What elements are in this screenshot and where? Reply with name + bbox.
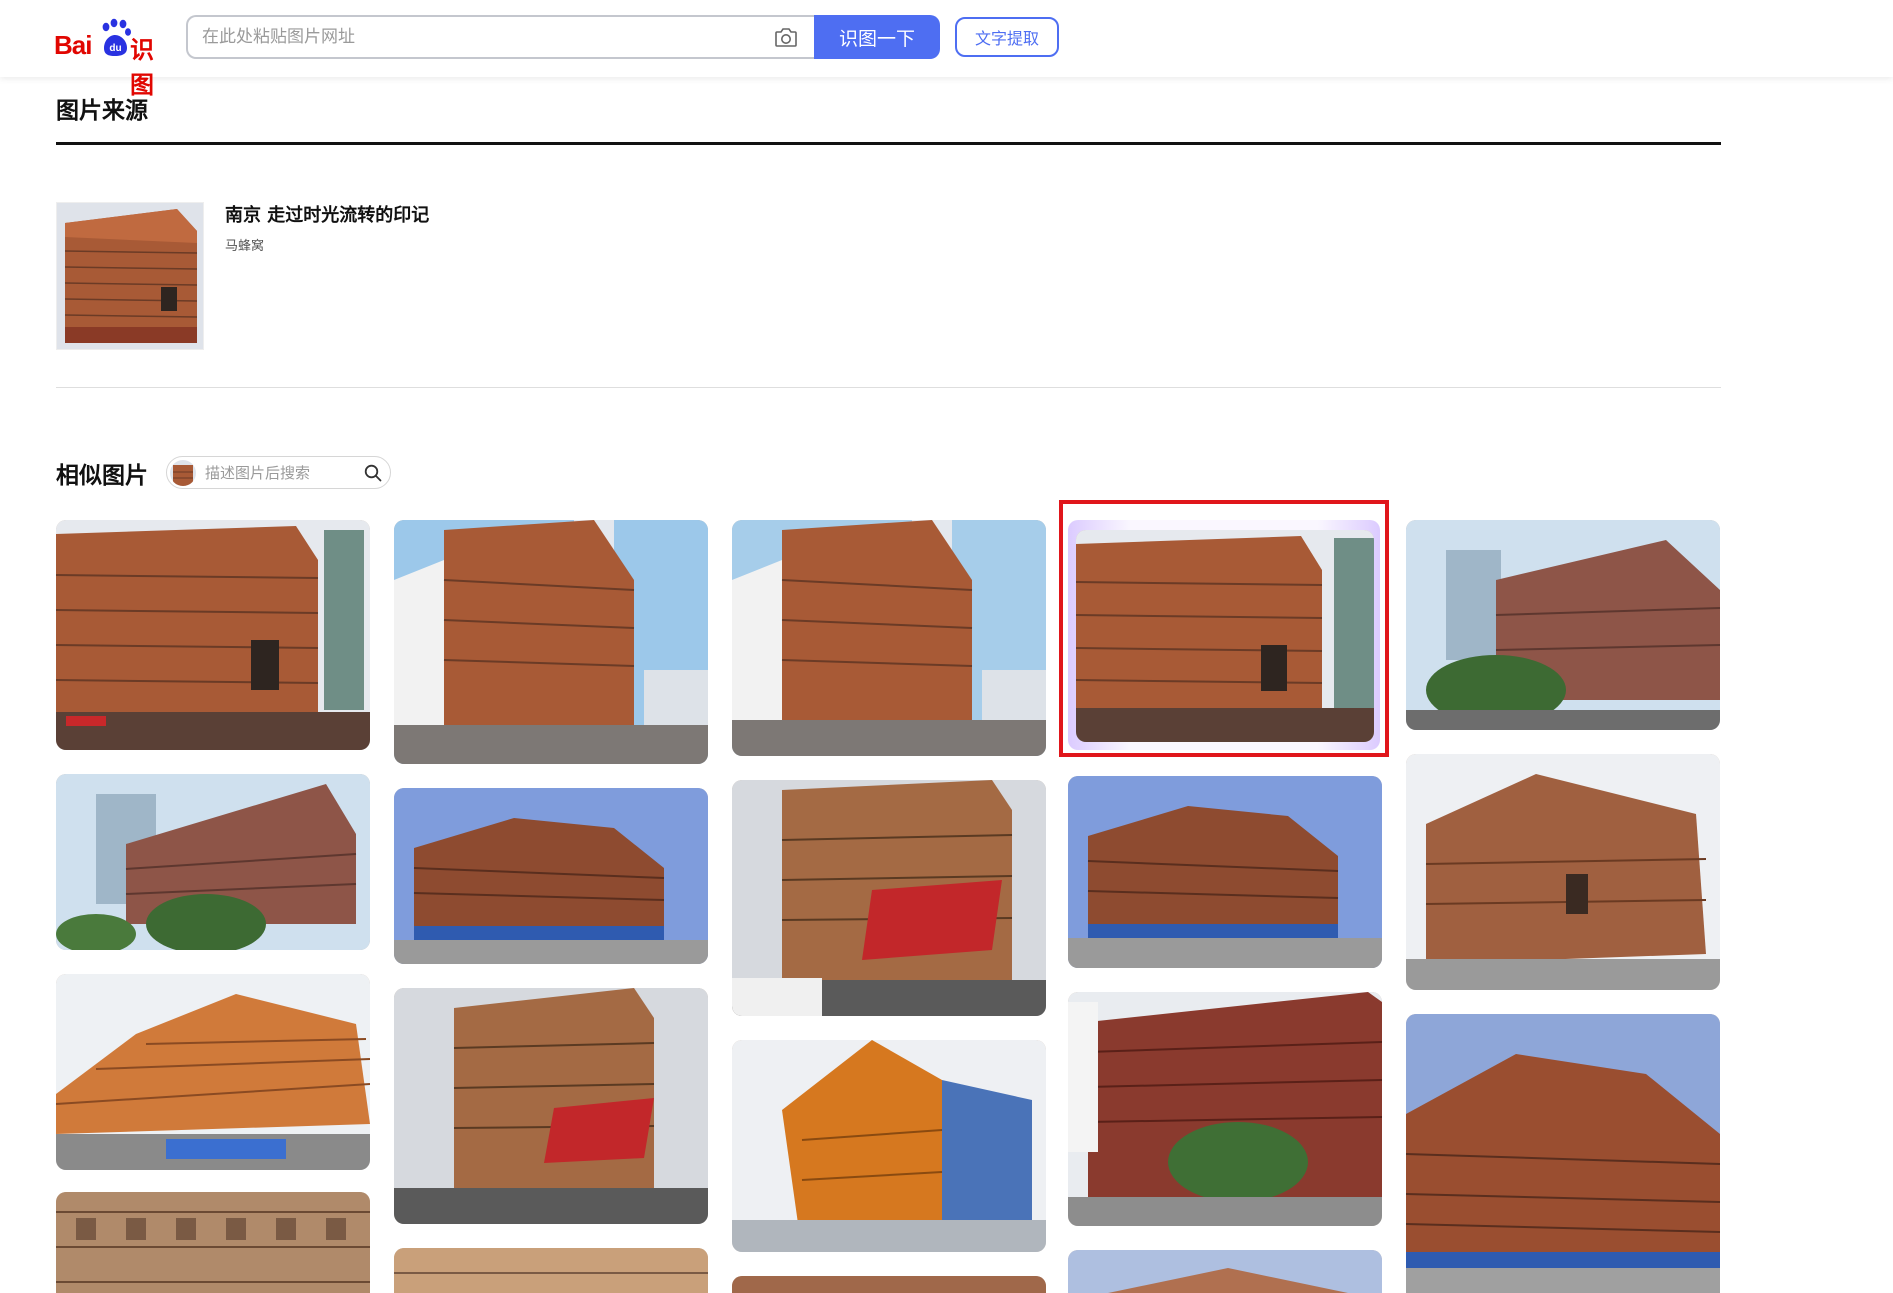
source-title-link[interactable]: 南京 走过时光流转的印记 [225, 201, 429, 227]
similar-image-tile[interactable] [56, 974, 370, 1170]
similar-image-tile[interactable] [394, 788, 708, 964]
baidu-paw-icon: du [102, 18, 131, 56]
search-image-button[interactable]: 识图一下 [814, 15, 940, 59]
query-image-thumbnail [170, 460, 196, 486]
camera-icon[interactable] [774, 26, 798, 48]
similar-image-tile[interactable] [56, 774, 370, 950]
image-url-input[interactable] [202, 17, 742, 57]
text-extract-button[interactable]: 文字提取 [955, 17, 1059, 57]
similar-image-tile[interactable] [56, 1192, 370, 1293]
similar-image-tile[interactable] [732, 780, 1046, 1016]
logo-text-bai: Bai [54, 30, 92, 60]
similar-image-tile[interactable] [394, 1248, 708, 1293]
similar-image-tile[interactable] [732, 1276, 1046, 1293]
source-site-name: 马蜂窝 [225, 239, 265, 254]
logo-text-du: du [109, 43, 121, 54]
similar-section-title: 相似图片 [56, 463, 148, 489]
section-divider [56, 142, 1721, 145]
logo-text-shitu: 识图 [130, 36, 154, 99]
image-url-search-box [186, 15, 816, 59]
similar-image-tile[interactable] [732, 520, 1046, 756]
source-thumbnail[interactable] [56, 202, 204, 350]
similar-image-tile[interactable] [1406, 754, 1720, 990]
baidu-shitu-logo[interactable]: Bai du 识图 [54, 18, 166, 99]
similar-image-tile[interactable] [1068, 1250, 1382, 1293]
search-icon[interactable] [364, 464, 382, 482]
similar-image-tile[interactable] [1068, 992, 1382, 1226]
describe-search-input[interactable] [205, 457, 355, 488]
similar-image-tile[interactable] [1406, 1014, 1720, 1293]
similar-image-tile-selected[interactable] [1076, 530, 1374, 742]
section-divider-thin [56, 387, 1721, 388]
similar-image-tile[interactable] [732, 1040, 1046, 1252]
top-bar: Bai du 识图 识图一下 文字提取 [0, 0, 1893, 99]
similar-image-tile[interactable] [1068, 776, 1382, 968]
similar-image-tile[interactable] [394, 520, 708, 764]
describe-search-box [166, 456, 391, 489]
similar-image-tile[interactable] [56, 520, 370, 750]
similar-image-tile[interactable] [1406, 520, 1720, 730]
similar-image-tile[interactable] [394, 988, 708, 1224]
